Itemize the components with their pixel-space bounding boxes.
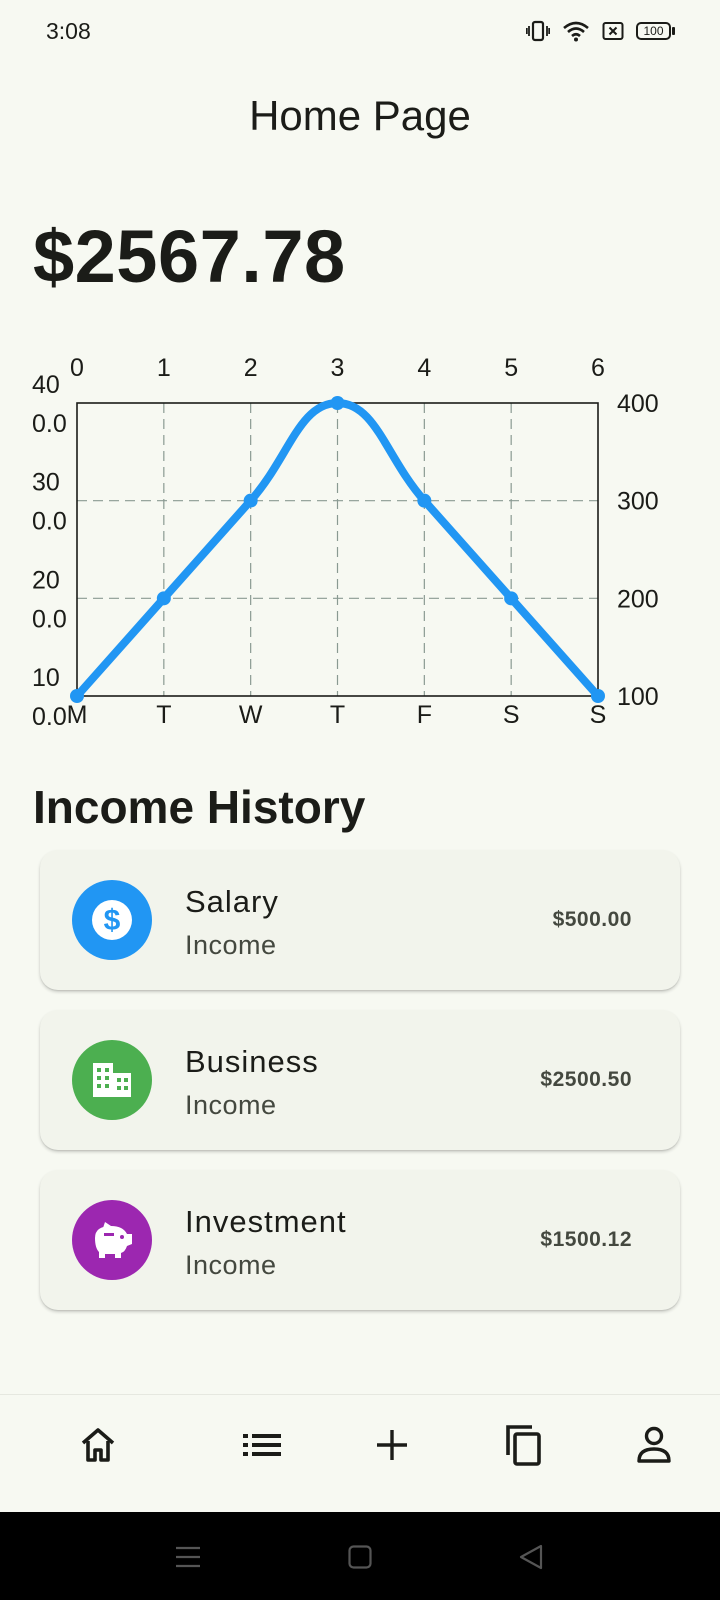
nav-profile[interactable] bbox=[624, 1415, 684, 1475]
top-tick-label: 6 bbox=[591, 354, 605, 382]
income-card-business[interactable]: Business Income $2500.50 bbox=[40, 1010, 680, 1150]
y-tick-label-left: 0.0 bbox=[32, 508, 67, 536]
nav-list[interactable] bbox=[232, 1415, 292, 1475]
y-tick-label-right: 200 bbox=[617, 585, 659, 613]
battery-level: 100 bbox=[643, 24, 664, 38]
data-point bbox=[156, 591, 171, 606]
system-back-button[interactable] bbox=[514, 1540, 548, 1574]
back-triangle-icon bbox=[519, 1544, 543, 1570]
income-line-chart: 0 1 2 3 4 5 6 M T W T F S S 40 0.0 30 0.0 20 0.0 10 0.0 400 300… bbox=[32, 354, 659, 731]
data-point bbox=[330, 396, 345, 410]
x-tick-label: M bbox=[67, 701, 88, 729]
card-title: Salary bbox=[185, 884, 279, 919]
y-tick-label-left: 10 bbox=[32, 664, 60, 692]
system-navigation-bar bbox=[0, 1512, 720, 1600]
top-tick-label: 1 bbox=[157, 354, 171, 382]
card-avatar: $ bbox=[72, 880, 152, 960]
card-subtitle: Income bbox=[185, 1090, 277, 1120]
card-subtitle: Income bbox=[185, 1250, 277, 1280]
add-icon bbox=[377, 1430, 407, 1460]
menu-icon bbox=[176, 1546, 200, 1568]
y-tick-label-right: 100 bbox=[617, 683, 659, 711]
x-tick-label: S bbox=[590, 701, 607, 729]
top-tick-label: 3 bbox=[331, 354, 345, 382]
status-icons: 100 bbox=[526, 20, 676, 42]
dollar-icon: $ bbox=[92, 900, 132, 940]
building-icon bbox=[93, 1063, 131, 1097]
data-point bbox=[70, 689, 84, 703]
data-point bbox=[243, 493, 258, 508]
home-icon bbox=[81, 1428, 115, 1462]
page-title: Home Page bbox=[249, 92, 471, 139]
balance-amount: $2567.78 bbox=[33, 215, 346, 298]
top-tick-label: 4 bbox=[417, 354, 431, 382]
x-tick-label: T bbox=[156, 701, 171, 729]
card-amount: $2500.50 bbox=[540, 1068, 632, 1091]
x-tick-label: S bbox=[503, 701, 520, 729]
data-point bbox=[417, 493, 432, 508]
copy-icon bbox=[506, 1425, 541, 1466]
wifi-icon bbox=[563, 21, 589, 42]
top-tick-label: 5 bbox=[504, 354, 518, 382]
status-time: 3:08 bbox=[46, 18, 91, 44]
svg-text:$: $ bbox=[104, 904, 121, 937]
home-square-icon bbox=[348, 1545, 372, 1569]
card-avatar bbox=[72, 1040, 152, 1120]
y-tick-label-right: 300 bbox=[617, 488, 659, 516]
data-point bbox=[591, 689, 605, 703]
y-tick-label-left: 0.0 bbox=[32, 410, 67, 438]
card-amount: $1500.12 bbox=[540, 1228, 632, 1251]
profile-icon bbox=[637, 1426, 671, 1463]
y-tick-label-left: 40 bbox=[32, 371, 60, 399]
top-tick-label: 2 bbox=[244, 354, 258, 382]
list-icon bbox=[243, 1434, 281, 1456]
x-tick-label: T bbox=[330, 701, 345, 729]
x-tick-label: F bbox=[417, 701, 432, 729]
y-tick-label-left: 0.0 bbox=[32, 703, 67, 731]
x-tick-label: W bbox=[239, 701, 263, 729]
nav-copy[interactable] bbox=[494, 1415, 554, 1475]
card-avatar bbox=[72, 1200, 152, 1280]
income-card-investment[interactable]: Investment Income $1500.12 bbox=[40, 1170, 680, 1310]
nav-add[interactable] bbox=[362, 1415, 422, 1475]
y-tick-label-left: 20 bbox=[32, 566, 60, 594]
y-tick-label-left: 30 bbox=[32, 469, 60, 497]
card-title: Investment bbox=[185, 1204, 347, 1239]
piggy-bank-icon bbox=[95, 1222, 132, 1258]
income-card-salary[interactable]: $ Salary Income $500.00 bbox=[40, 850, 680, 990]
top-tick-label: 0 bbox=[70, 354, 84, 382]
card-subtitle: Income bbox=[185, 930, 277, 960]
status-bar: 3:08 100 bbox=[0, 0, 720, 64]
system-menu-button[interactable] bbox=[171, 1540, 205, 1574]
system-home-button[interactable] bbox=[343, 1540, 377, 1574]
data-point bbox=[504, 591, 519, 606]
vibrate-icon bbox=[526, 20, 550, 42]
y-tick-label-right: 400 bbox=[617, 390, 659, 418]
card-amount: $500.00 bbox=[552, 908, 632, 931]
bottom-navigation bbox=[0, 1394, 720, 1512]
y-tick-label-left: 0.0 bbox=[32, 605, 67, 633]
no-sim-icon bbox=[602, 22, 624, 40]
income-history-title: Income History bbox=[33, 781, 366, 833]
card-title: Business bbox=[185, 1044, 319, 1079]
nav-home[interactable] bbox=[68, 1415, 128, 1475]
battery-icon: 100 bbox=[636, 21, 676, 41]
